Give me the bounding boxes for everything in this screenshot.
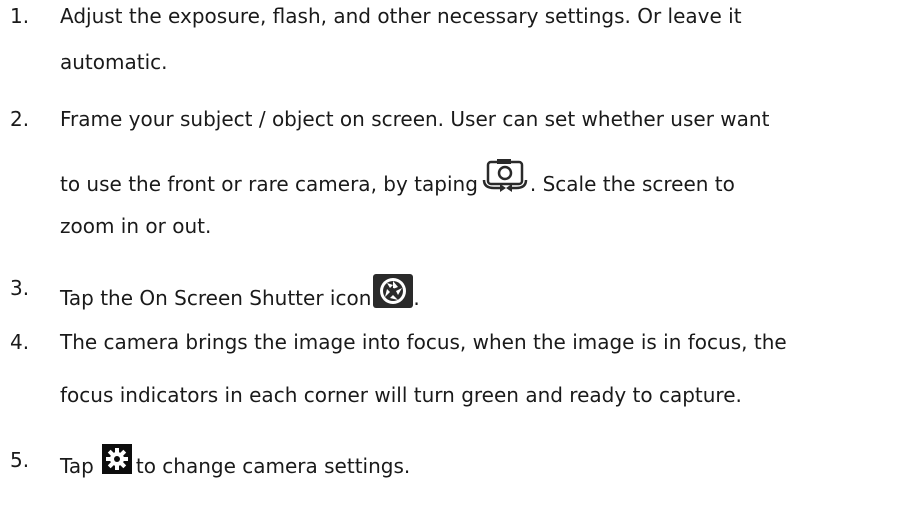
step-2-line-2: to use the front or rare camera, by tapi… xyxy=(60,159,735,196)
step-number-3: 3. xyxy=(10,276,30,300)
step-number-2: 2. xyxy=(10,107,30,131)
step-2-text-after-icon: . Scale the screen to xyxy=(529,172,735,196)
step-5-line-1: Tap to change camera settings. xyxy=(60,444,411,478)
step-4-line-1: The camera brings the image into focus, … xyxy=(60,330,787,354)
step-1-line-2: automatic. xyxy=(60,50,168,74)
step-2-text-before-icon: to use the front or rare camera, by tapi… xyxy=(60,172,478,196)
step-number-1: 1. xyxy=(10,4,30,28)
step-1-line-1: Adjust the exposure, flash, and other ne… xyxy=(60,4,742,28)
step-number-4: 4. xyxy=(10,330,30,354)
instruction-list: 1. Adjust the exposure, flash, and other… xyxy=(0,0,910,524)
gear-icon xyxy=(101,444,132,474)
step-4-line-2: focus indicators in each corner will tur… xyxy=(60,383,742,407)
step-3-text-after-icon: . xyxy=(413,286,420,310)
step-2-line-1: Frame your subject / object on screen. U… xyxy=(60,107,770,131)
step-2-line-4: zoom in or out. xyxy=(60,214,212,238)
step-5-text-after-icon: to change camera settings. xyxy=(135,454,411,478)
step-3-line-1: Tap the On Screen Shutter icon . xyxy=(60,274,420,310)
camera-switch-icon xyxy=(482,158,528,192)
step-number-5: 5. xyxy=(10,448,30,472)
step-3-text-before-icon: Tap the On Screen Shutter icon xyxy=(60,286,372,310)
step-5-text-before-icon: Tap xyxy=(60,454,94,478)
shutter-icon xyxy=(373,274,414,308)
